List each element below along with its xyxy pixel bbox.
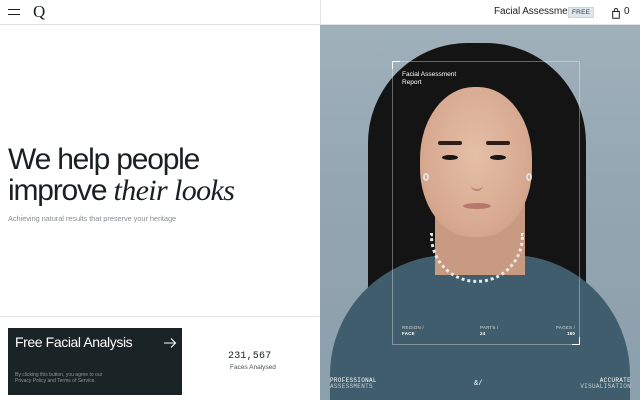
footer-ampersand: &/ (474, 380, 483, 388)
assessment-frame (392, 61, 580, 345)
hero-subtitle: Achieving natural results that preserve … (8, 214, 177, 223)
hamburger-menu-icon[interactable] (8, 7, 20, 17)
free-facial-analysis-button[interactable]: Free Facial Analysis By clicking this bu… (8, 328, 182, 395)
faces-analysed-label: Faces Analysed (230, 364, 276, 371)
footer-accurate-visualisation: ACCURATE VISUALISATION (580, 378, 631, 390)
hero-title: We help people improve their looks (8, 143, 235, 207)
portrait-image: Facial Assessment Report REGION / FACE P… (320, 25, 640, 400)
hero-title-line2-plain: improve (8, 174, 108, 207)
hero-title-line2-italic: their looks (113, 174, 235, 207)
arrow-right-icon (163, 336, 177, 348)
top-header: Q Facial Assessment FREE 0 (0, 0, 640, 25)
meta-pages-value: 180 (566, 331, 576, 336)
hero-title-line1: We help people (8, 143, 200, 176)
shopping-bag-icon[interactable] (612, 6, 620, 19)
header-divider (320, 0, 321, 25)
footer-right-bottom: VISUALISATION (580, 383, 631, 390)
meta-region: REGION / FACE (402, 325, 424, 337)
free-badge: FREE (568, 7, 595, 18)
meta-parts: PARTS / 24 (480, 325, 499, 337)
app-title: Facial Assessment (494, 6, 576, 17)
frame-corner-top-left (392, 61, 400, 69)
cta-legal-text: By clicking this button, you agree to ou… (15, 372, 103, 384)
footer-professional-assessments: PROFESSIONAL ASSESSMENTS (330, 378, 377, 390)
footer-left-bottom: ASSESSMENTS (330, 383, 373, 390)
report-label: Facial Assessment Report (402, 71, 457, 86)
meta-parts-value: 24 (480, 331, 486, 336)
cta-title: Free Facial Analysis (15, 334, 133, 350)
cart-count[interactable]: 0 (624, 6, 630, 17)
meta-pages: PAGES / 180 (556, 325, 575, 337)
logo[interactable]: Q (33, 3, 45, 21)
faces-analysed-count: 231,567 (228, 351, 272, 362)
frame-corner-bottom-right (572, 337, 580, 345)
meta-region-value: FACE (402, 331, 415, 336)
section-divider (0, 316, 320, 317)
